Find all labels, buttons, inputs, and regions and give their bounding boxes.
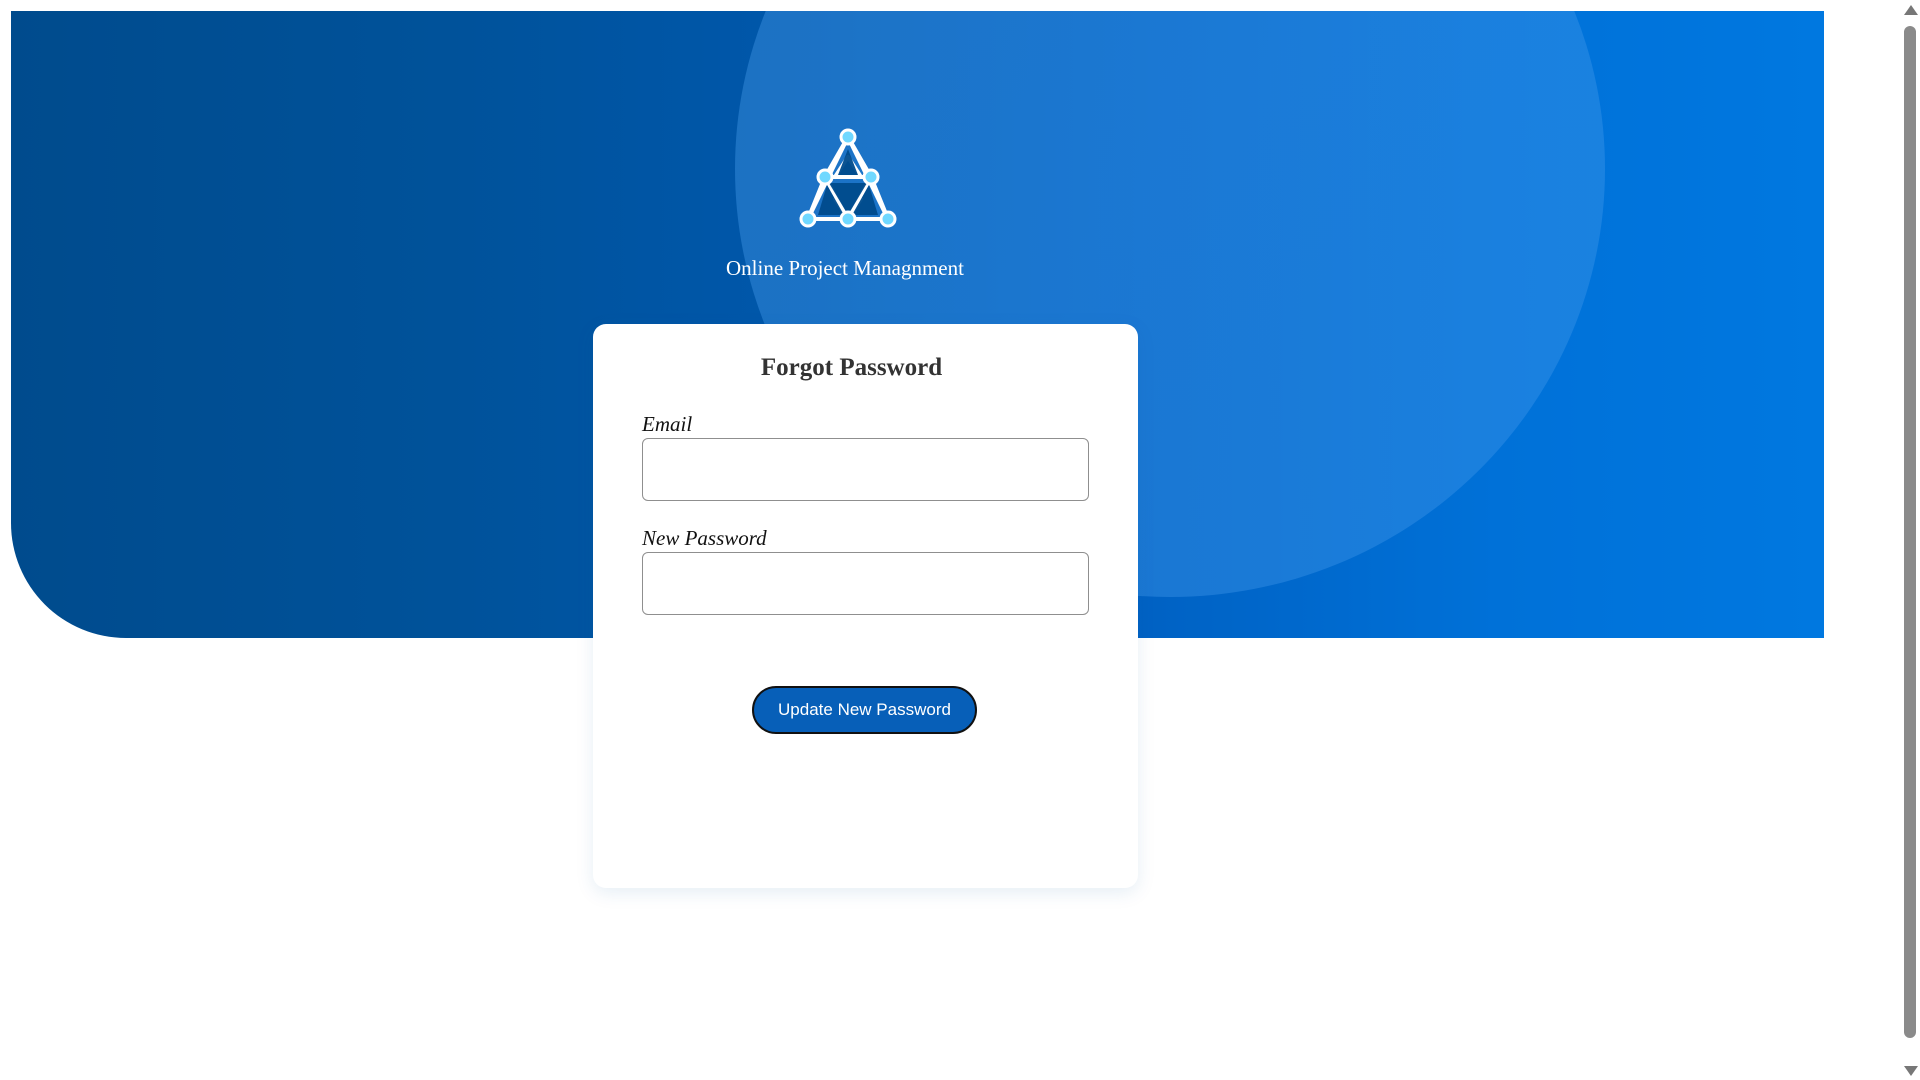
scrollbar-thumb[interactable] — [1904, 26, 1916, 1038]
chevron-up-icon[interactable] — [1904, 5, 1918, 15]
app-title: Online Project Managnment — [726, 256, 964, 280]
card-title: Forgot Password — [760, 354, 943, 381]
forgot-password-page: Online Project Managnment Forgot Passwor… — [0, 0, 1920, 1080]
forgot-password-card: Forgot Password Email New Password Updat… — [593, 324, 1138, 888]
chevron-down-icon[interactable] — [1904, 1066, 1918, 1076]
email-input[interactable] — [642, 438, 1089, 501]
new-password-input[interactable] — [642, 552, 1089, 615]
brand-area: Online Project Managnment — [722, 127, 968, 287]
new-password-label: New Password — [642, 526, 767, 550]
update-new-password-button[interactable]: Update New Password — [752, 686, 977, 734]
network-triangle-icon — [799, 128, 897, 228]
email-label: Email — [642, 412, 693, 436]
vertical-scrollbar[interactable] — [1900, 0, 1920, 1080]
